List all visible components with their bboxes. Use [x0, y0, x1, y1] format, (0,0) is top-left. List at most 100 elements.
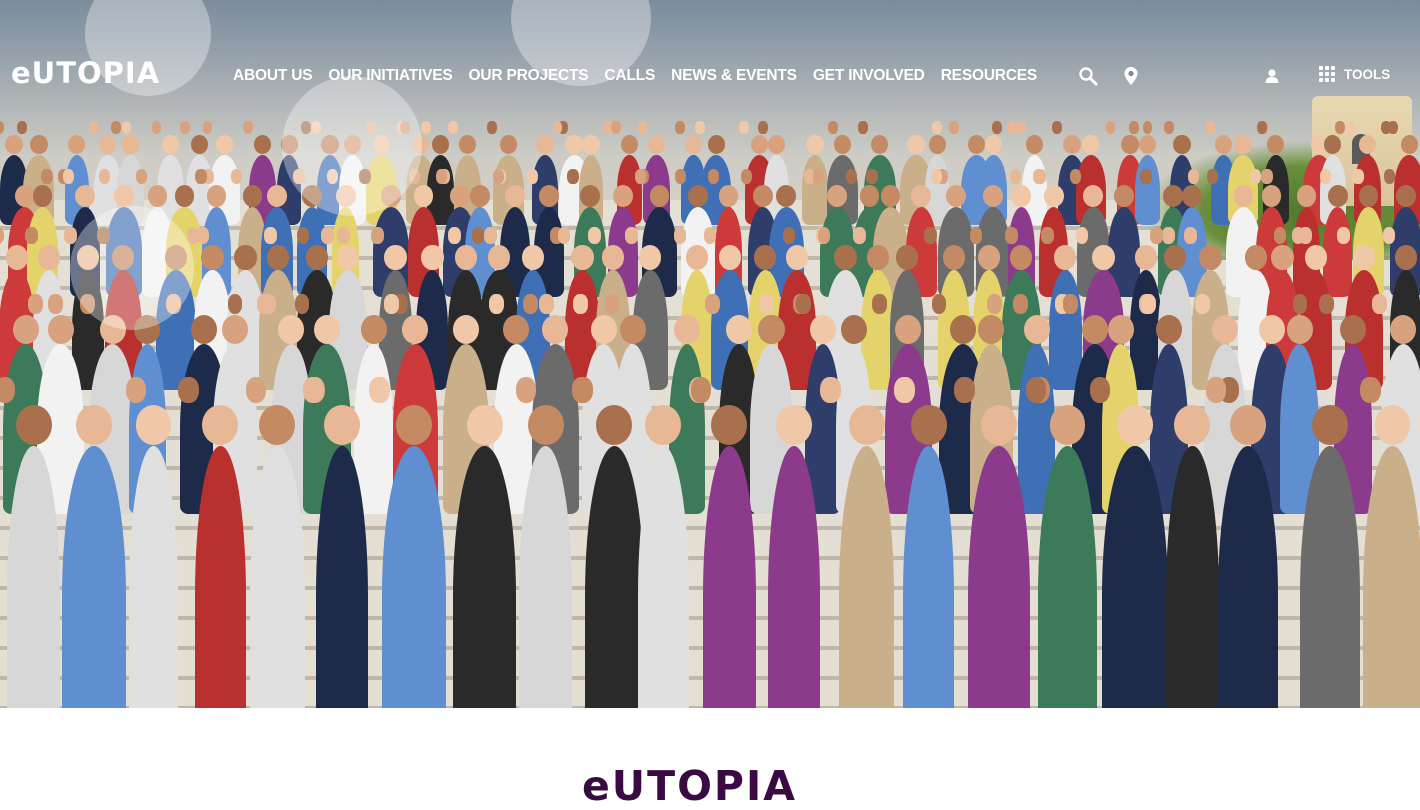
crowd-raised-hand: [178, 376, 199, 403]
crowd-person-head: [725, 315, 752, 344]
crowd-person-head: [619, 315, 646, 344]
crowd-person-head: [719, 245, 742, 270]
crowd-raised-hand: [845, 169, 857, 184]
crowd-raised-hand: [371, 227, 384, 244]
crowd-person-head: [1390, 315, 1417, 344]
crowd-person-head: [527, 405, 564, 445]
crowd-person-head: [47, 315, 74, 344]
crowd-person-head: [278, 315, 305, 344]
crowd-raised-hand: [1205, 376, 1227, 403]
crowd-person-head: [580, 185, 601, 207]
crowd-raised-hand: [572, 294, 588, 314]
crowd-person-head: [910, 405, 947, 445]
crowd-raised-hand: [41, 169, 53, 184]
crowd-person: [801, 154, 829, 225]
crowd-person-head: [612, 185, 633, 207]
crowd-raised-hand: [135, 169, 147, 184]
crowd-person-head: [1199, 245, 1222, 270]
crowd-person-head: [1230, 405, 1267, 445]
crowd-person-head: [503, 315, 530, 344]
crowd-person-head: [449, 185, 470, 207]
crowd-person-head: [776, 405, 813, 445]
crowd-raised-hand: [625, 227, 638, 244]
crowd-person-head: [453, 315, 480, 344]
nav-item-our-projects[interactable]: OUR PROJECTS: [469, 66, 589, 86]
crowd-person-head: [946, 185, 966, 207]
crowd-person-head: [685, 245, 709, 270]
crowd-raised-hand: [1009, 169, 1022, 184]
crowd-raised-hand: [1372, 294, 1387, 314]
crowd-person-head: [571, 245, 594, 270]
crowd-person-head: [810, 315, 837, 344]
section-logo: eUTOPIA: [582, 762, 797, 810]
crowd-raised-hand: [969, 227, 983, 244]
site-logo[interactable]: eUTOPIA: [11, 59, 160, 88]
nav-item-calls[interactable]: CALLS: [604, 66, 655, 86]
crowd-raised-hand: [62, 169, 75, 184]
crowd-person-head: [135, 405, 172, 445]
crowd-person-head: [834, 245, 857, 270]
crowd-person-head: [466, 405, 503, 445]
crowd-raised-hand: [1273, 227, 1287, 244]
search-icon[interactable]: [1078, 66, 1098, 86]
crowd-raised-hand: [758, 294, 774, 314]
crowd-person-head: [505, 185, 525, 207]
crowd-person-head: [1271, 245, 1294, 270]
crowd-raised-hand: [1360, 376, 1381, 403]
crowd-person-head: [590, 315, 617, 344]
crowd-raised-hand: [924, 227, 937, 244]
crowd-raised-hand: [1032, 169, 1044, 184]
crowd-raised-hand: [489, 294, 505, 314]
tools-button[interactable]: TOOLS: [1319, 66, 1390, 82]
crowd-person-head: [266, 245, 289, 270]
crowd-raised-hand: [1040, 227, 1054, 244]
nav-item-our-initiatives[interactable]: OUR INITIATIVES: [328, 66, 452, 86]
crowd-raised-hand: [294, 294, 310, 314]
crowd-person-head: [190, 315, 217, 344]
crowd-person-head: [1023, 315, 1050, 344]
crowd-raised-hand: [1140, 169, 1152, 184]
crowd-person-head: [1258, 315, 1285, 344]
crowd-raised-hand: [817, 227, 831, 244]
crowd-person-head: [758, 315, 785, 344]
crowd-raised-hand: [690, 376, 712, 403]
crowd-person-head: [470, 185, 491, 207]
crowd-person-head: [37, 245, 61, 270]
nav-item-about-us[interactable]: ABOUT US: [233, 66, 313, 86]
nav-item-resources[interactable]: RESOURCES: [941, 66, 1038, 86]
crowd-person-head: [259, 405, 296, 445]
crowd-person-head: [1083, 185, 1104, 207]
crowd-raised-hand: [1063, 294, 1079, 314]
crowd-person-head: [840, 315, 867, 344]
crowd-person-head: [76, 405, 112, 445]
crowd-person-head: [980, 405, 1017, 445]
crowd-person-head: [539, 185, 560, 207]
crowd-raised-hand: [527, 169, 539, 184]
crowd-raised-hand: [436, 169, 448, 184]
crowd-raised-hand: [853, 227, 866, 244]
crowd-raised-hand: [471, 227, 485, 244]
crowd-person: [1323, 207, 1353, 298]
crowd-person-head: [1049, 405, 1086, 445]
crowd-person-head: [1162, 185, 1183, 207]
crowd-person-head: [242, 185, 263, 207]
crowd-person-head: [1233, 185, 1254, 207]
crowd-person-head: [402, 315, 429, 344]
crowd-raised-hand: [796, 294, 811, 314]
crowd-raised-hand: [1025, 376, 1047, 403]
crowd-raised-hand: [245, 376, 267, 403]
map-pin-icon[interactable]: [1121, 66, 1141, 86]
crowd-person-head: [718, 185, 739, 207]
nav-item-get-involved[interactable]: GET INVOLVED: [813, 66, 925, 86]
user-icon[interactable]: [1262, 66, 1282, 86]
crowd-person-head: [487, 245, 511, 270]
crowd-person-head: [206, 185, 227, 207]
nav-item-news-events[interactable]: NEWS & EVENTS: [671, 66, 797, 86]
crowd-raised-hand: [522, 294, 538, 314]
crowd-raised-hand: [448, 227, 462, 244]
crowd-person-head: [1394, 245, 1418, 270]
crowd-person-head: [848, 405, 885, 445]
crowd-raised-hand: [195, 169, 207, 184]
crowd-person-head: [1114, 185, 1135, 207]
crowd-person-head: [1339, 315, 1366, 344]
